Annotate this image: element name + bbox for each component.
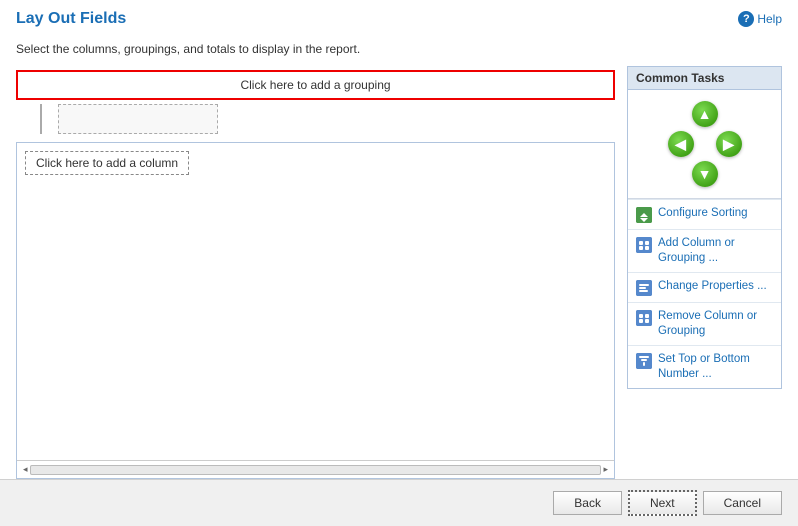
page-container: Lay Out Fields ? Help Select the columns…: [0, 0, 798, 526]
header: Lay Out Fields ? Help: [0, 0, 798, 36]
column-scrollbar[interactable]: ◂ ▸: [17, 460, 614, 478]
sort-icon: [636, 207, 652, 223]
column-area: Click here to add a column ◂ ▸: [16, 142, 615, 479]
change-properties-item[interactable]: Change Properties ...: [628, 272, 781, 302]
arrow-up-icon: ▲: [692, 101, 718, 127]
layout-area: Click here to add a grouping Click here …: [16, 66, 615, 479]
arrow-row-top: ▲: [691, 100, 719, 128]
scroll-right-icon[interactable]: ▸: [601, 462, 610, 477]
set-top-bottom-item[interactable]: Set Top or BottomNumber ...: [628, 345, 781, 388]
change-properties-icon: [636, 280, 652, 296]
arrow-controls: ▲ ◀ ▶ ▼: [628, 90, 781, 198]
arrow-right-button[interactable]: ▶: [715, 130, 743, 158]
set-top-bottom-label: Set Top or BottomNumber ...: [658, 352, 750, 382]
add-column-icon: [636, 237, 652, 253]
help-label: Help: [757, 12, 782, 26]
help-link[interactable]: ? Help: [738, 11, 782, 27]
scrollbar-track[interactable]: [30, 465, 602, 475]
set-top-bottom-icon: [636, 353, 652, 369]
arrow-down-button[interactable]: ▼: [691, 160, 719, 188]
grouping-placeholder: [58, 104, 218, 134]
arrow-up-button[interactable]: ▲: [691, 100, 719, 128]
add-column-button[interactable]: Click here to add a column: [25, 151, 189, 175]
arrow-right-icon: ▶: [716, 131, 742, 157]
main-content: Click here to add a grouping Click here …: [0, 66, 798, 479]
configure-sorting-label: Configure Sorting: [658, 206, 748, 221]
next-button[interactable]: Next: [628, 490, 697, 516]
common-tasks-title: Common Tasks: [627, 66, 782, 89]
configure-sorting-item[interactable]: Configure Sorting: [628, 199, 781, 229]
change-properties-label: Change Properties ...: [658, 279, 767, 294]
subtitle: Select the columns, groupings, and total…: [0, 36, 798, 66]
common-tasks-panel: Common Tasks ▲ ◀ ▶: [627, 66, 782, 479]
arrow-row-bottom: ▼: [691, 160, 719, 188]
remove-column-icon: [636, 310, 652, 326]
arrow-left-icon: ◀: [668, 131, 694, 157]
add-column-grouping-item[interactable]: Add Column orGrouping ...: [628, 229, 781, 272]
add-grouping-button[interactable]: Click here to add a grouping: [16, 70, 615, 100]
arrow-down-icon: ▼: [692, 161, 718, 187]
arrow-left-button[interactable]: ◀: [667, 130, 695, 158]
add-column-grouping-label: Add Column orGrouping ...: [658, 236, 735, 266]
help-icon: ?: [738, 11, 754, 27]
scroll-left-icon[interactable]: ◂: [21, 462, 30, 477]
back-button[interactable]: Back: [553, 491, 622, 515]
arrow-row-middle: ◀ ▶: [667, 130, 743, 158]
remove-column-grouping-item[interactable]: Remove Column orGrouping: [628, 302, 781, 345]
common-tasks-body: ▲ ◀ ▶ ▼: [627, 89, 782, 389]
remove-column-grouping-label: Remove Column orGrouping: [658, 309, 757, 339]
page-title: Lay Out Fields: [16, 10, 126, 28]
cancel-button[interactable]: Cancel: [703, 491, 782, 515]
footer: Back Next Cancel: [0, 479, 798, 526]
